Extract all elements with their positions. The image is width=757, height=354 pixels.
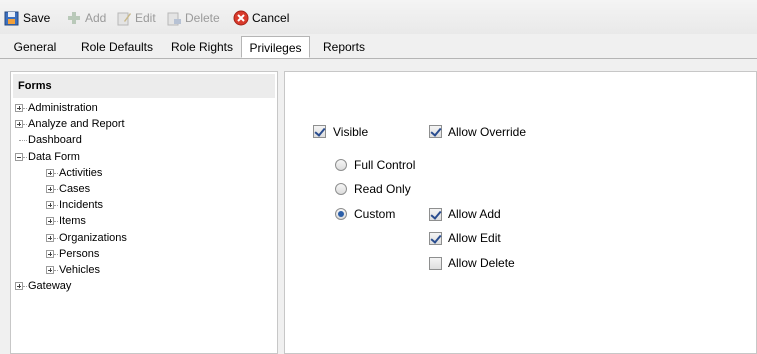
allow-override-checkbox[interactable] xyxy=(429,125,442,138)
tree-connector xyxy=(23,124,27,126)
tree-node-label: Dashboard xyxy=(28,134,82,147)
allow-edit-checkbox[interactable] xyxy=(429,232,442,245)
tree-connector xyxy=(54,253,58,256)
tree-node-label: Incidents xyxy=(59,197,104,214)
tree-node-label: Persons xyxy=(59,247,100,260)
tree-node-dashboard[interactable]: Dashboard xyxy=(11,132,271,148)
edit-icon xyxy=(117,12,131,26)
add-label: Add xyxy=(85,11,107,25)
full-control-label: Full Control xyxy=(354,158,416,172)
tree-connector xyxy=(54,205,58,207)
edit-button[interactable]: Edit xyxy=(116,9,156,27)
tree-connector xyxy=(54,221,58,223)
tree-connector xyxy=(54,172,58,175)
tree-connector xyxy=(54,270,58,272)
allow-delete-label: Allow Delete xyxy=(448,256,515,270)
allow-add-label: Allow Add xyxy=(448,207,501,221)
tree-node-label: Activities xyxy=(59,166,103,179)
expand-icon[interactable] xyxy=(46,217,54,226)
save-icon xyxy=(4,11,19,26)
tab-privileges[interactable]: Privileges xyxy=(241,36,310,58)
edit-label: Edit xyxy=(135,11,156,25)
cancel-icon xyxy=(233,10,249,26)
tree-connector xyxy=(54,189,58,191)
allow-add-checkbox[interactable] xyxy=(429,208,442,221)
tree-node-label: Gateway xyxy=(28,280,72,293)
expand-icon[interactable] xyxy=(46,266,54,274)
expand-icon[interactable] xyxy=(15,120,23,129)
allow-edit-label: Allow Edit xyxy=(448,231,501,245)
cancel-button[interactable]: Cancel xyxy=(233,9,289,27)
tree-node-data-form[interactable]: Data Form xyxy=(11,149,271,165)
visible-checkbox[interactable] xyxy=(313,125,326,138)
tree-connector xyxy=(19,140,27,142)
tree-node-vehicles[interactable]: Vehicles xyxy=(11,262,271,278)
expand-icon[interactable] xyxy=(46,201,54,210)
delete-icon xyxy=(167,12,181,26)
read-only-label: Read Only xyxy=(354,182,411,196)
tree-node-label: Analyze and Report xyxy=(28,118,125,131)
tree-node-label: Vehicles xyxy=(59,264,100,276)
allow-delete-checkbox[interactable] xyxy=(429,257,442,270)
toolbar: Save Add Edit Delete Cancel xyxy=(0,0,757,34)
tree-connector xyxy=(54,237,58,240)
tree-node-incidents[interactable]: Incidents xyxy=(11,197,271,214)
tree-node-administration[interactable]: Administration xyxy=(11,100,271,116)
tree-header: Forms xyxy=(13,74,275,98)
expand-icon[interactable] xyxy=(46,168,54,177)
tree-node-label: Organizations xyxy=(59,231,127,244)
custom-label: Custom xyxy=(354,207,396,221)
expand-icon[interactable] xyxy=(15,104,23,112)
cancel-label: Cancel xyxy=(252,11,290,25)
tree-connector xyxy=(23,286,27,288)
save-button[interactable]: Save xyxy=(4,9,50,27)
read-only-radio[interactable] xyxy=(335,183,347,195)
tab-role-defaults[interactable]: Role Defaults xyxy=(70,38,164,57)
delete-label: Delete xyxy=(185,11,220,25)
tree-node-label: Data Form xyxy=(28,150,80,163)
save-label: Save xyxy=(23,11,51,25)
tree-node-activities[interactable]: Activities xyxy=(11,165,271,181)
tree-node-organizations[interactable]: Organizations xyxy=(11,230,271,246)
tab-general[interactable]: General xyxy=(6,38,64,57)
expand-icon[interactable] xyxy=(46,249,54,258)
tree-node-label: Items xyxy=(59,215,86,228)
custom-radio[interactable] xyxy=(335,208,347,220)
forms-tree[interactable]: Forms Administration Analyze and Report Da… xyxy=(10,71,278,354)
tree-node-label: Cases xyxy=(59,183,91,195)
full-control-radio[interactable] xyxy=(335,159,347,171)
visible-label: Visible xyxy=(333,125,369,139)
add-icon xyxy=(68,12,80,24)
tree-node-analyze-and-report[interactable]: Analyze and Report xyxy=(11,116,271,132)
tree-node-label: Administration xyxy=(28,102,98,114)
add-button[interactable]: Add xyxy=(66,9,106,27)
tree-node-items[interactable]: Items xyxy=(11,213,271,229)
tab-strip: General Role Defaults Role Rights Privil… xyxy=(0,36,757,59)
tree-connector xyxy=(23,156,27,159)
tab-role-rights[interactable]: Role Rights xyxy=(166,38,238,57)
expand-icon[interactable] xyxy=(46,185,54,193)
tree-node-persons[interactable]: Persons xyxy=(11,246,271,262)
allow-override-label: Allow Override xyxy=(448,125,527,139)
privileges-panel: Visible Allow Override Full Control Read… xyxy=(284,71,757,354)
expand-icon[interactable] xyxy=(15,282,23,291)
collapse-icon[interactable] xyxy=(15,152,23,161)
tree-node-cases[interactable]: Cases xyxy=(11,181,271,197)
tree-node-gateway[interactable]: Gateway xyxy=(11,278,271,294)
tree-connector xyxy=(23,108,27,110)
tab-reports[interactable]: Reports xyxy=(316,38,372,57)
expand-icon[interactable] xyxy=(46,233,54,242)
delete-button[interactable]: Delete xyxy=(166,9,220,27)
